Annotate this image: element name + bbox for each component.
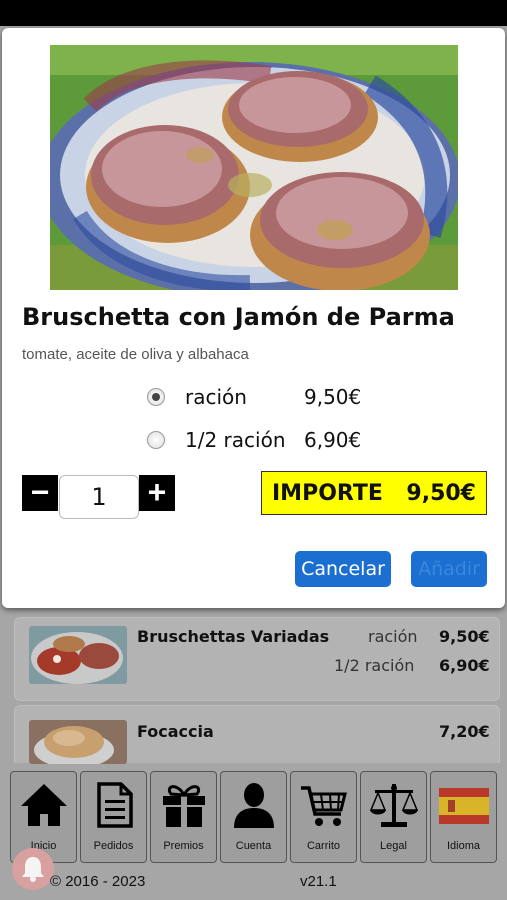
product-dialog: Bruschetta con Jamón de Parma tomate, ac… <box>2 28 505 608</box>
version-text: v21.1 <box>300 873 337 890</box>
radio-racion[interactable] <box>147 388 165 406</box>
total-amount-box: IMPORTE 9,50€ <box>261 471 487 515</box>
status-bar <box>0 0 507 26</box>
option-label: ración <box>368 627 418 646</box>
quantity-decrement-button[interactable]: − <box>22 475 58 511</box>
dish-name: Focaccia <box>137 722 214 741</box>
nav-label: Carrito <box>306 840 340 852</box>
list-item[interactable]: Bruschettas Variadas ración 9,50€ 1/2 ra… <box>14 617 500 701</box>
product-title: Bruschetta con Jamón de Parma <box>22 303 455 331</box>
dish-price: 7,20€ <box>439 722 490 741</box>
total-label: IMPORTE <box>272 480 383 506</box>
nav-item-legal[interactable]: Legal <box>360 771 427 863</box>
nav-label: Idioma <box>446 840 481 852</box>
document-icon <box>97 782 133 828</box>
dish-name: Bruschettas Variadas <box>137 627 330 646</box>
product-photo <box>50 45 458 290</box>
gift-icon <box>163 785 205 827</box>
option-price: 9,50€ <box>439 627 490 646</box>
nav-item-pedidos[interactable]: Pedidos <box>80 771 147 863</box>
portion-option-media-racion[interactable]: 1/2 ración 6,90€ <box>147 425 361 455</box>
home-icon <box>21 784 67 826</box>
list-item[interactable]: Focaccia 7,20€ <box>14 705 500 764</box>
scales-icon <box>369 784 419 827</box>
portion-label: ración <box>185 385 247 409</box>
nav-item-idioma[interactable]: Idioma <box>430 771 497 863</box>
quantity-increment-button[interactable]: + <box>139 475 175 511</box>
product-description: tomate, aceite de oliva y albahaca <box>22 346 249 363</box>
bottom-nav: Inicio Pedidos Premios Cuenta Carrito Le… <box>10 771 498 863</box>
option-price: 6,90€ <box>439 656 490 675</box>
nav-item-premios[interactable]: Premios <box>150 771 217 863</box>
nav-label: Pedidos <box>93 840 134 852</box>
portion-label: 1/2 ración <box>185 428 286 452</box>
spain-flag-icon <box>439 788 489 824</box>
portion-price: 6,90€ <box>304 428 362 452</box>
notification-bell-icon[interactable] <box>12 848 54 890</box>
radio-media-racion[interactable] <box>147 431 165 449</box>
dish-thumbnail <box>29 626 127 684</box>
copyright-text: © 2016 - 2023 <box>50 873 146 890</box>
quantity-input[interactable]: 1 <box>59 475 139 519</box>
nav-item-cuenta[interactable]: Cuenta <box>220 771 287 863</box>
nav-label: Legal <box>380 840 407 852</box>
portion-price: 9,50€ <box>304 385 362 409</box>
total-value: 9,50€ <box>406 480 476 506</box>
nav-item-carrito[interactable]: Carrito <box>290 771 357 863</box>
user-icon <box>234 783 274 828</box>
dish-thumbnail <box>29 720 127 764</box>
option-label: 1/2 ración <box>334 656 415 675</box>
cancel-button[interactable]: Cancelar <box>295 551 391 587</box>
portion-option-racion[interactable]: ración 9,50€ <box>147 382 361 412</box>
nav-label: Premios <box>163 840 204 852</box>
nav-label: Cuenta <box>235 840 272 852</box>
add-button[interactable]: Añadir <box>411 551 487 587</box>
cart-icon <box>301 786 347 826</box>
